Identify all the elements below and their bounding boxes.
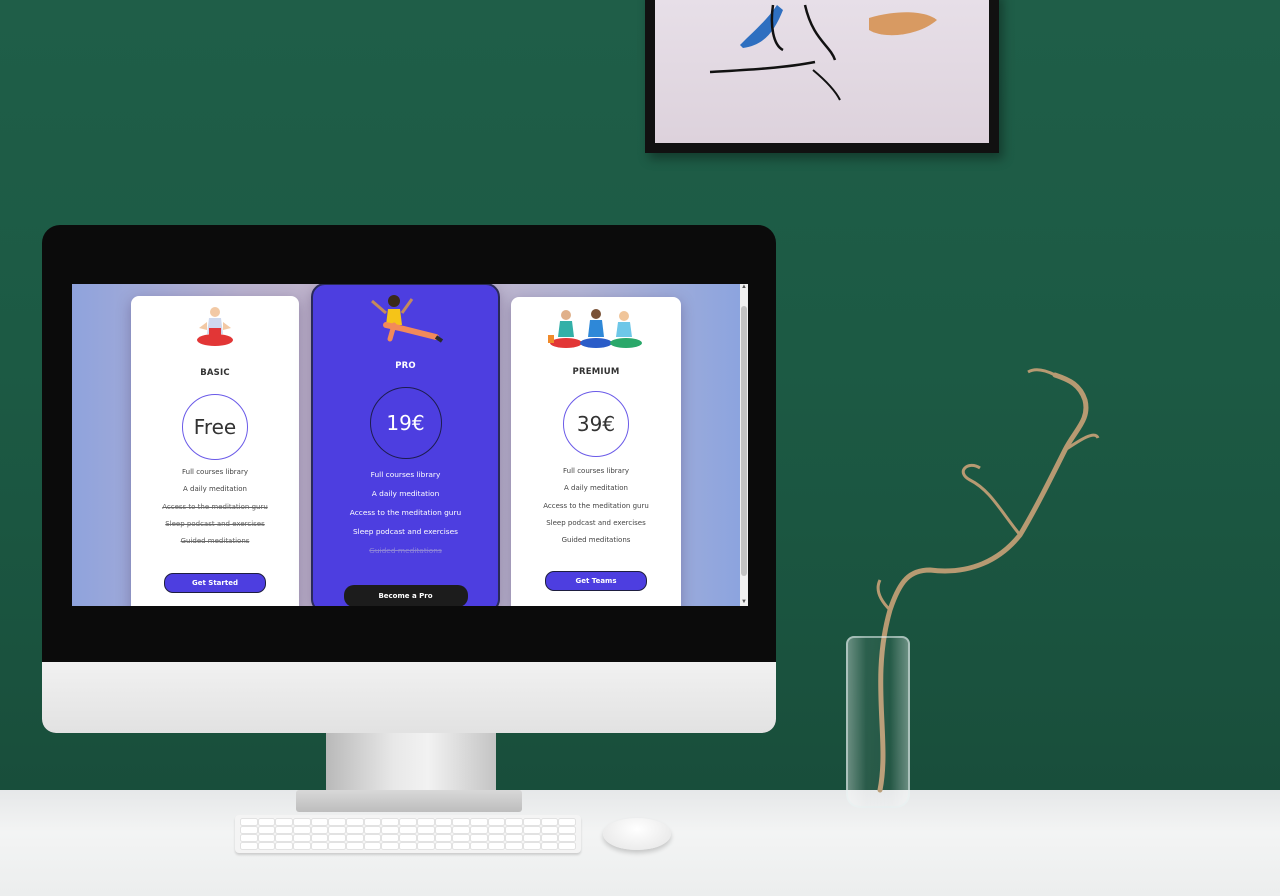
feature-item-excluded: Sleep podcast and exercises — [165, 519, 265, 528]
feature-list: Full courses library A daily meditation … — [511, 463, 681, 549]
wall-art-frame — [645, 0, 999, 153]
feature-item: Full courses library — [182, 468, 248, 476]
glass-vase — [846, 636, 910, 808]
pricing-page: BASIC Free Full courses library A daily … — [72, 284, 748, 606]
price: Free — [182, 394, 248, 460]
feature-item: Access to the meditation guru — [543, 501, 649, 510]
plan-name: BASIC — [200, 368, 230, 378]
monitor-stand — [326, 733, 496, 793]
become-a-pro-button[interactable]: Become a Pro — [343, 585, 468, 606]
scroll-up-arrow-icon[interactable]: ▲ — [741, 284, 747, 291]
feature-list: Full courses library A daily meditation … — [313, 465, 498, 560]
scrollbar-thumb[interactable] — [741, 306, 747, 576]
feature-item: Full courses library — [563, 467, 629, 475]
feature-item: Guided meditations — [561, 536, 631, 545]
scroll-down-arrow-icon[interactable]: ▼ — [741, 599, 747, 606]
abstract-painting — [655, 0, 989, 143]
group-meditation-icon — [548, 309, 642, 348]
plan-name: PRO — [395, 361, 416, 371]
pricing-card-basic: BASIC Free Full courses library A daily … — [131, 296, 299, 606]
meditating-person-icon — [197, 307, 233, 346]
plan-name: PREMIUM — [572, 367, 620, 377]
vertical-scrollbar[interactable]: ▲ ▼ — [740, 284, 748, 606]
feature-item: Full courses library — [370, 470, 441, 479]
price: 19€ — [369, 387, 442, 459]
feature-item-excluded: Guided meditations — [180, 537, 250, 546]
get-started-button[interactable]: Get Started — [164, 573, 266, 593]
feature-item: A daily meditation — [183, 485, 247, 494]
feature-item: Access to the meditation guru — [349, 508, 462, 517]
pricing-card-pro: PRO 19€ Full courses library A daily med… — [311, 284, 500, 606]
mouse — [603, 818, 671, 850]
feature-item: A daily meditation — [371, 489, 440, 498]
get-teams-button[interactable]: Get Teams — [545, 571, 647, 591]
feature-item: Sleep podcast and exercises — [352, 527, 459, 536]
price: 39€ — [563, 391, 629, 457]
monitor-stand-base — [296, 790, 522, 812]
floating-yoga-person-icon — [370, 295, 443, 343]
feature-item-excluded: Guided meditations — [369, 546, 442, 555]
feature-item: Sleep podcast and exercises — [546, 518, 646, 527]
feature-list: Full courses library A daily meditation … — [131, 464, 299, 550]
monitor-chin — [42, 662, 776, 733]
feature-item: A daily meditation — [564, 484, 628, 493]
pricing-card-premium: PREMIUM 39€ Full courses library A daily… — [511, 297, 681, 606]
feature-item-excluded: Access to the meditation guru — [162, 502, 268, 511]
keyboard — [235, 815, 581, 853]
